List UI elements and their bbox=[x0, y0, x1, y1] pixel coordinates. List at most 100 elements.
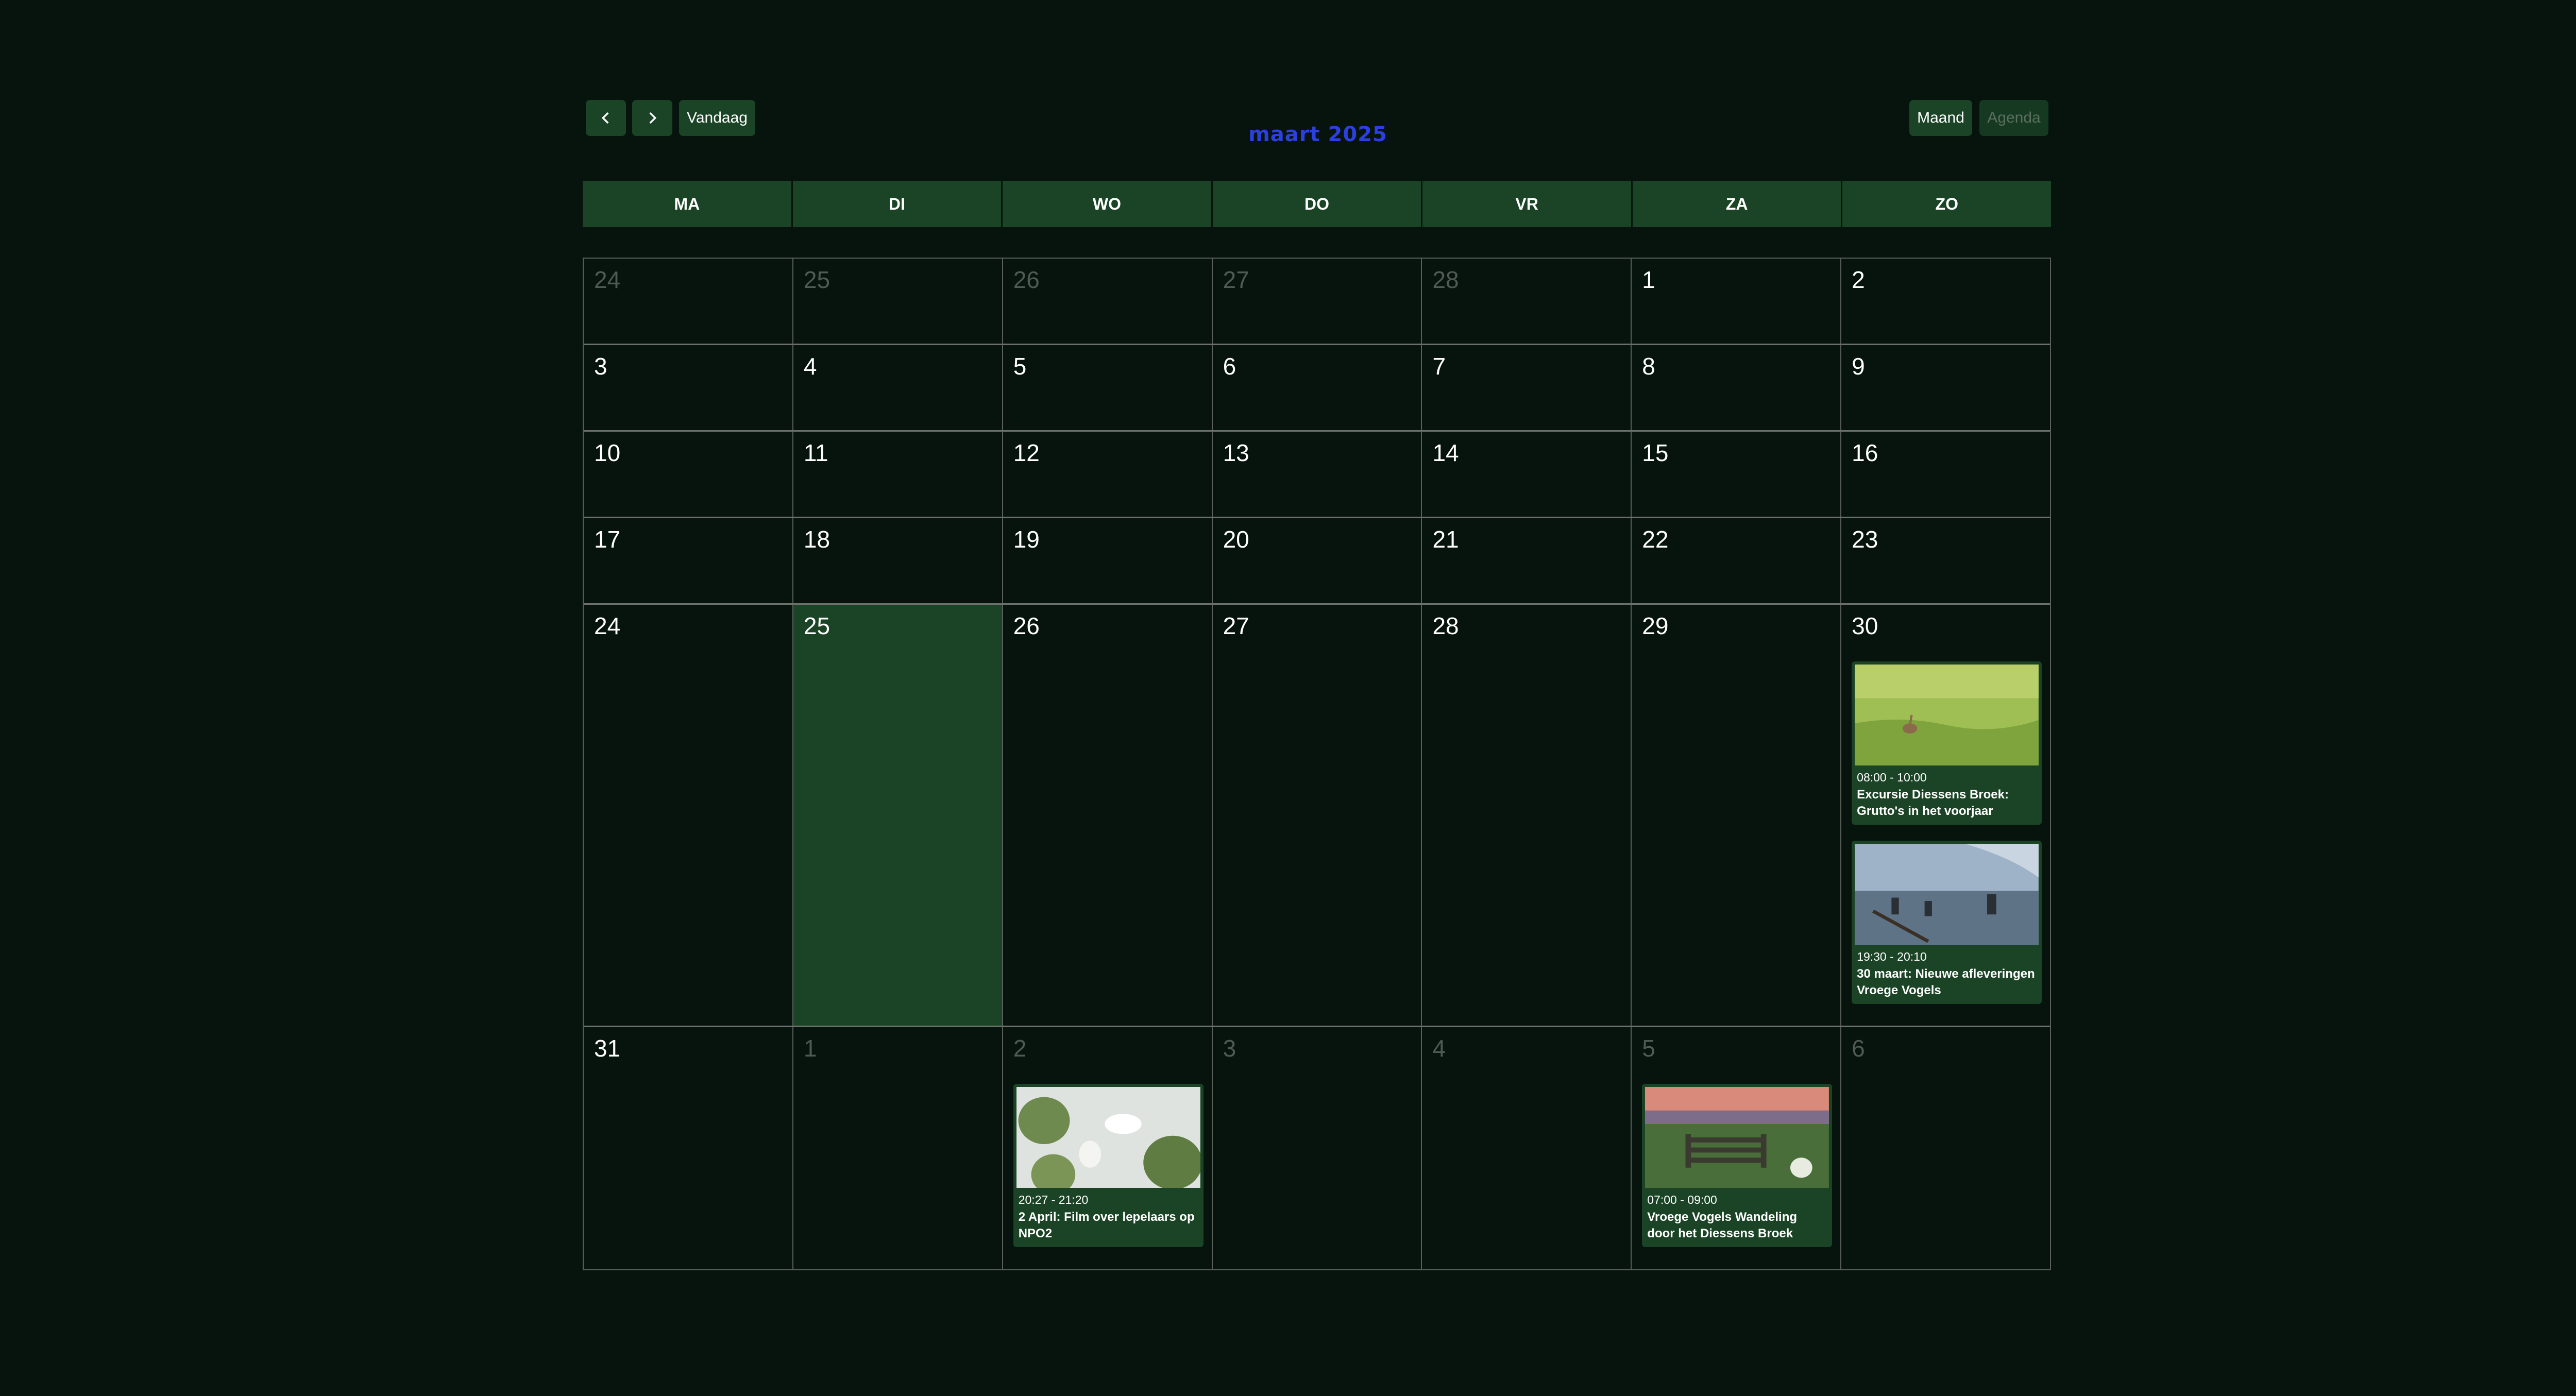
day-number: 3 bbox=[1223, 1035, 1236, 1062]
day-cell[interactable]: 8 bbox=[1632, 345, 1842, 430]
day-number: 8 bbox=[1642, 353, 1655, 380]
day-cell[interactable]: 6 bbox=[1213, 345, 1422, 430]
day-cell[interactable]: 28 bbox=[1422, 605, 1632, 1026]
day-number: 28 bbox=[1432, 266, 1459, 293]
weekday-label: ZO bbox=[1842, 181, 2052, 227]
day-cell[interactable]: 14 bbox=[1422, 432, 1632, 517]
day-number: 29 bbox=[1642, 612, 1669, 639]
day-number: 26 bbox=[1013, 266, 1040, 293]
day-cell[interactable]: 11 bbox=[793, 432, 1003, 517]
day-number: 9 bbox=[1852, 353, 1865, 380]
week-row: 10 11 12 13 14 15 16 bbox=[584, 432, 2050, 518]
day-cell[interactable]: 6 bbox=[1841, 1027, 2050, 1269]
godwit-in-meadow-image bbox=[1855, 665, 2039, 765]
day-number: 30 bbox=[1852, 612, 1878, 639]
day-number: 1 bbox=[803, 1035, 817, 1062]
day-number: 14 bbox=[1432, 439, 1459, 466]
event-time: 19:30 - 20:10 bbox=[1857, 950, 1927, 963]
day-cell[interactable]: 26 bbox=[1003, 605, 1213, 1026]
day-number: 27 bbox=[1223, 266, 1249, 293]
day-number: 18 bbox=[803, 526, 831, 553]
event-card[interactable]: 08:00 - 10:00 Excursie Diessens Broek: G… bbox=[1852, 661, 2042, 825]
day-cell[interactable]: 4 bbox=[1422, 1027, 1632, 1269]
weekday-label: MA bbox=[583, 181, 793, 227]
day-cell[interactable]: 15 bbox=[1632, 432, 1842, 517]
day-cell[interactable]: 27 bbox=[1213, 259, 1422, 344]
day-number: 25 bbox=[803, 612, 831, 639]
day-cell[interactable]: 24 bbox=[584, 605, 793, 1026]
day-cell[interactable]: 17 bbox=[584, 518, 793, 603]
day-number: 4 bbox=[803, 353, 817, 380]
day-cell[interactable]: 9 bbox=[1841, 345, 2050, 430]
day-number: 4 bbox=[1432, 1035, 1446, 1062]
day-cell[interactable]: 24 bbox=[584, 259, 793, 344]
day-cell[interactable]: 2 20:27 - 21:20 2 April: Film over lepel… bbox=[1003, 1027, 1213, 1269]
weekday-label: DI bbox=[792, 181, 1003, 227]
month-grid: 24 25 26 27 28 1 2 3 4 5 6 7 8 9 10 11 1… bbox=[583, 258, 2051, 1270]
day-number: 24 bbox=[594, 612, 621, 639]
weekday-label: DO bbox=[1212, 181, 1423, 227]
calendar-title: maart 2025 bbox=[1248, 123, 1387, 146]
day-cell[interactable]: 26 bbox=[1003, 259, 1213, 344]
week-row: 31 1 2 20:27 - 21:20 2 April: Film over … bbox=[584, 1027, 2050, 1270]
event-time: 07:00 - 09:00 bbox=[1647, 1193, 1717, 1206]
day-cell[interactable]: 28 bbox=[1422, 259, 1632, 344]
event-time: 08:00 - 10:00 bbox=[1857, 771, 1927, 784]
day-number: 25 bbox=[803, 266, 831, 293]
day-cell[interactable]: 16 bbox=[1841, 432, 2050, 517]
day-cell[interactable]: 20 bbox=[1213, 518, 1422, 603]
day-cell[interactable]: 25 bbox=[793, 259, 1003, 344]
day-cell[interactable]: 21 bbox=[1422, 518, 1632, 603]
day-cell-today[interactable]: 25 bbox=[793, 605, 1003, 1026]
day-number: 21 bbox=[1432, 526, 1459, 553]
day-cell[interactable]: 22 bbox=[1632, 518, 1842, 603]
day-cell[interactable]: 3 bbox=[584, 345, 793, 430]
week-row: 24 25 26 27 28 29 30 08:00 - 10:00 Excur… bbox=[584, 605, 2050, 1027]
day-number: 12 bbox=[1013, 439, 1040, 466]
day-number: 10 bbox=[594, 439, 621, 466]
day-number: 24 bbox=[594, 266, 621, 293]
day-number: 7 bbox=[1432, 353, 1446, 380]
event-card[interactable]: 20:27 - 21:20 2 April: Film over lepelaa… bbox=[1013, 1084, 1204, 1247]
day-cell[interactable]: 1 bbox=[1632, 259, 1842, 344]
day-number: 6 bbox=[1852, 1035, 1865, 1062]
day-number: 19 bbox=[1013, 526, 1040, 553]
day-cell[interactable]: 5 07:00 - 09:00 Vroege Vogels Wandeling … bbox=[1632, 1027, 1842, 1269]
day-cell[interactable]: 4 bbox=[793, 345, 1003, 430]
day-cell[interactable]: 10 bbox=[584, 432, 793, 517]
day-number: 6 bbox=[1223, 353, 1236, 380]
day-number: 15 bbox=[1642, 439, 1669, 466]
spoonbill-in-tree-image bbox=[1016, 1087, 1200, 1188]
day-cell[interactable]: 29 bbox=[1632, 605, 1842, 1026]
day-cell[interactable]: 19 bbox=[1003, 518, 1213, 603]
day-number: 2 bbox=[1852, 266, 1865, 293]
day-number: 22 bbox=[1642, 526, 1669, 553]
event-card[interactable]: 07:00 - 09:00 Vroege Vogels Wandeling do… bbox=[1642, 1084, 1833, 1247]
day-number: 28 bbox=[1432, 612, 1459, 639]
day-number: 1 bbox=[1642, 266, 1655, 293]
day-cell[interactable]: 2 bbox=[1841, 259, 2050, 344]
day-cell[interactable]: 27 bbox=[1213, 605, 1422, 1026]
day-number: 3 bbox=[594, 353, 607, 380]
day-number: 27 bbox=[1223, 612, 1249, 639]
day-cell[interactable]: 3 bbox=[1213, 1027, 1422, 1269]
event-title: Excursie Diessens Broek: Grutto's in het… bbox=[1857, 788, 2009, 818]
day-cell[interactable]: 7 bbox=[1422, 345, 1632, 430]
event-card[interactable]: 19:30 - 20:10 30 maart: Nieuwe afleverin… bbox=[1852, 841, 2042, 1004]
day-cell[interactable]: 30 08:00 - 10:00 Excursie Diessens Broek… bbox=[1841, 605, 2050, 1026]
day-cell[interactable]: 23 bbox=[1841, 518, 2050, 603]
weekday-label: WO bbox=[1003, 181, 1213, 227]
event-title: Vroege Vogels Wandeling door het Diessen… bbox=[1647, 1210, 1798, 1240]
day-cell[interactable]: 5 bbox=[1003, 345, 1213, 430]
week-row: 17 18 19 20 21 22 23 bbox=[584, 518, 2050, 605]
day-cell[interactable]: 1 bbox=[793, 1027, 1003, 1269]
day-number: 5 bbox=[1013, 353, 1027, 380]
day-number: 5 bbox=[1642, 1035, 1655, 1062]
day-cell[interactable]: 18 bbox=[793, 518, 1003, 603]
day-number: 16 bbox=[1852, 439, 1878, 466]
day-cell[interactable]: 31 bbox=[584, 1027, 793, 1269]
day-number: 31 bbox=[594, 1035, 621, 1062]
day-cell[interactable]: 13 bbox=[1213, 432, 1422, 517]
day-number: 11 bbox=[803, 439, 828, 466]
day-cell[interactable]: 12 bbox=[1003, 432, 1213, 517]
